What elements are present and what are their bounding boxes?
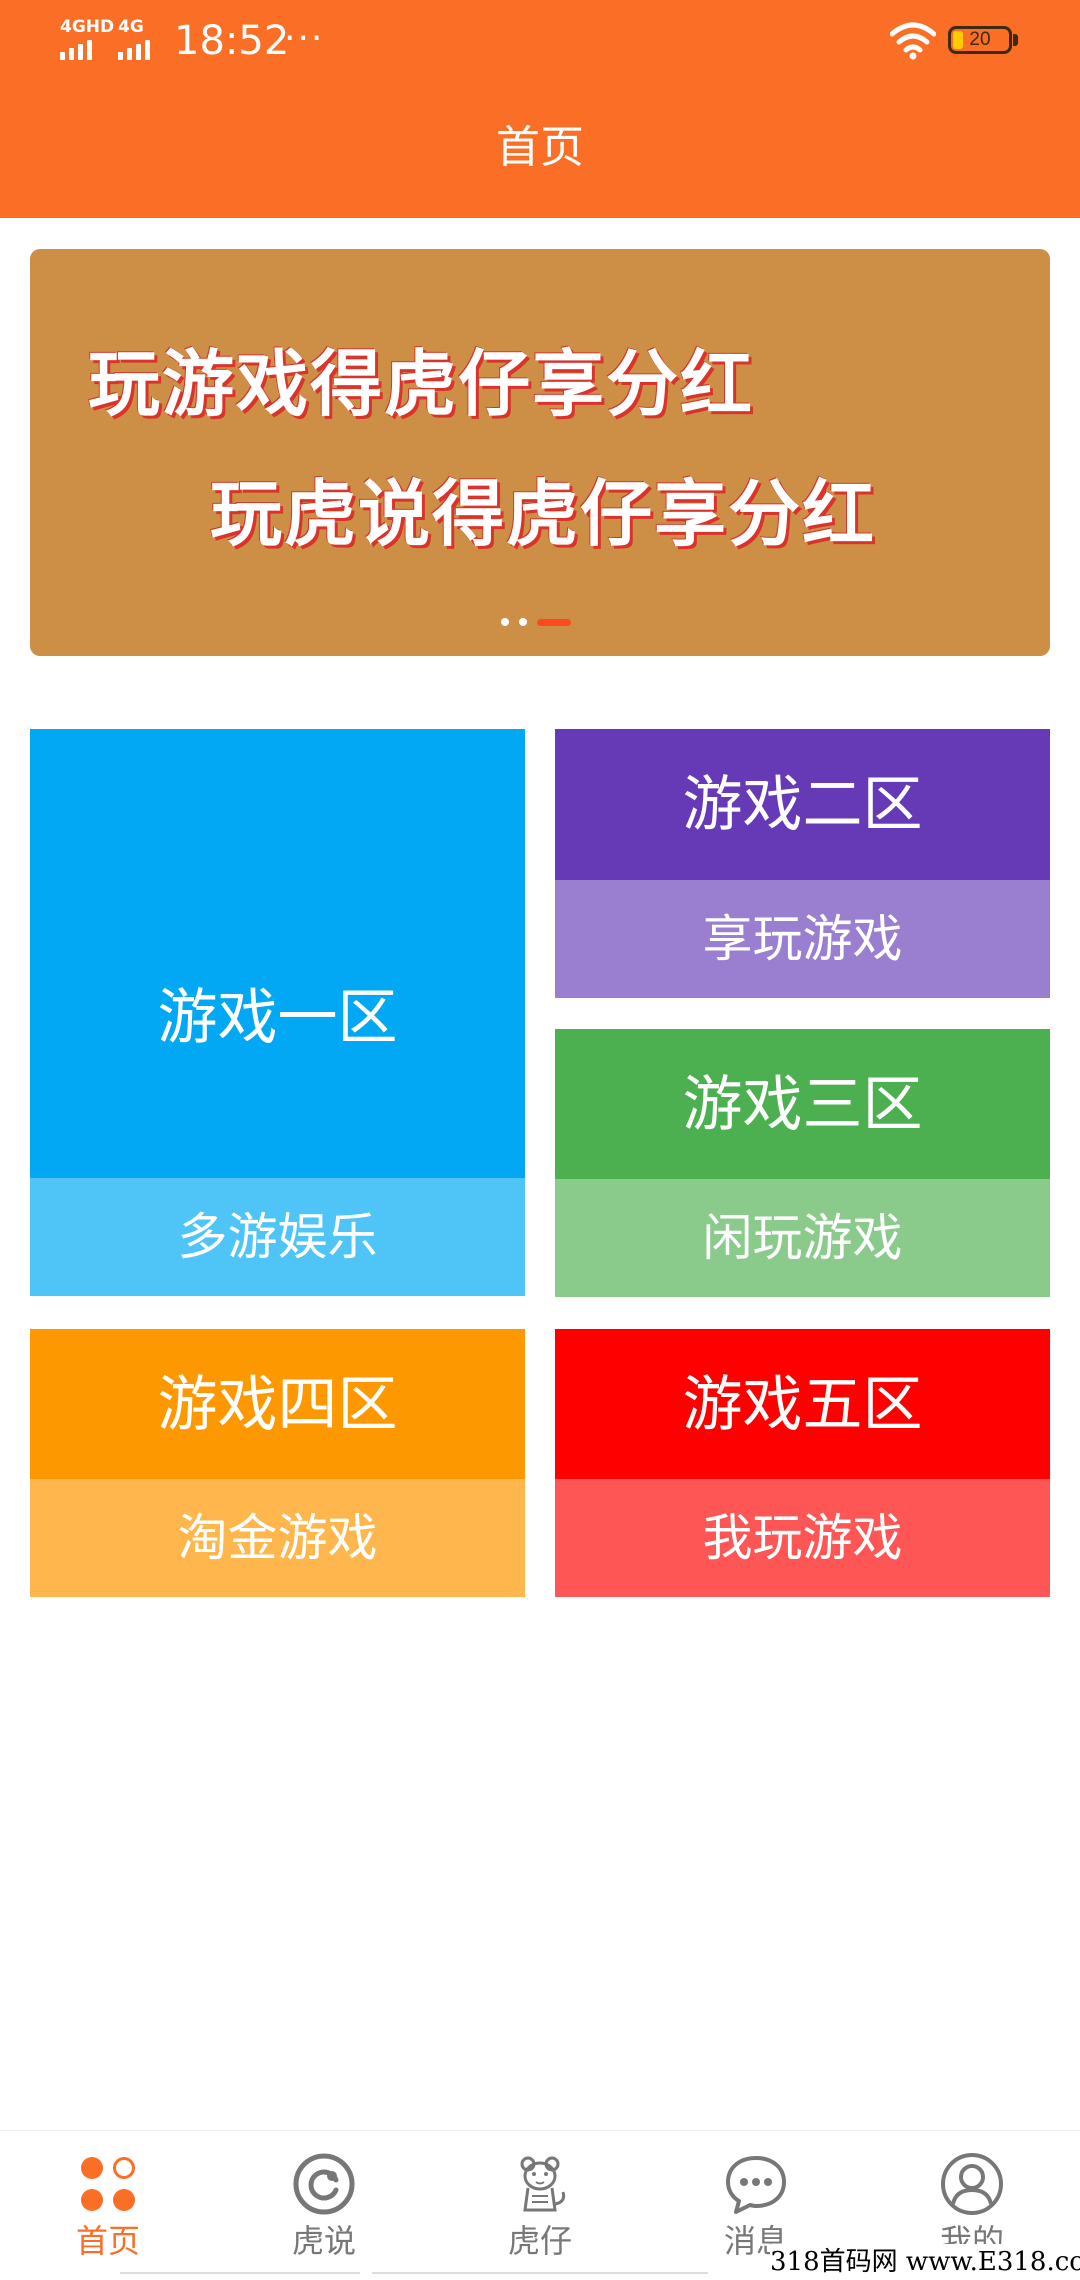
network-type-2: 4G: [118, 17, 144, 37]
nav-item-home[interactable]: 首页: [0, 2131, 216, 2280]
zone-tile-5[interactable]: 游戏五区 我玩游戏: [555, 1329, 1050, 1597]
zone-title: 游戏一区: [157, 983, 398, 1053]
signal-icon: [60, 38, 92, 60]
banner-pagination: [501, 617, 571, 627]
zone-tile-1[interactable]: 游戏一区 多游娱乐: [30, 729, 525, 1296]
network-type-1: 4GHD: [60, 17, 115, 37]
top-bar: 4GHD 4G 18:52 ··· 20 首页: [0, 0, 1080, 218]
chat-bubble-icon: [726, 2156, 786, 2214]
refresh-circle-icon: [293, 2153, 355, 2215]
battery-level: 20: [969, 29, 991, 50]
more-notifications-icon: ···: [284, 18, 325, 59]
zone-title: 游戏五区: [682, 1370, 923, 1440]
zone-title: 游戏四区: [157, 1370, 398, 1440]
wifi-icon: [890, 22, 936, 60]
zone-subtitle: 淘金游戏: [30, 1479, 525, 1597]
status-time: 18:52: [174, 18, 290, 64]
zone-subtitle: 闲玩游戏: [555, 1179, 1050, 1297]
divider: [120, 2272, 360, 2274]
nav-item-hushuo[interactable]: 虎说: [216, 2131, 432, 2280]
nav-label: 首页: [75, 2222, 140, 2260]
banner-dot-3-active[interactable]: [537, 618, 571, 626]
signal-icon: [118, 38, 150, 60]
zone-title: 游戏二区: [682, 770, 923, 840]
signal-1: 4GHD: [60, 18, 114, 60]
nav-label: 虎说: [291, 2222, 356, 2260]
user-circle-icon: [941, 2153, 1003, 2215]
zone-tile-3[interactable]: 游戏三区 闲玩游戏: [555, 1029, 1050, 1297]
watermark: 318首码网 www.E318.com: [770, 2244, 1080, 2280]
zone-title: 游戏三区: [682, 1070, 923, 1140]
battery-icon: 20: [948, 26, 1012, 54]
divider: [372, 2272, 708, 2274]
zone-subtitle: 多游娱乐: [30, 1178, 525, 1296]
signal-2: 4G: [118, 18, 150, 60]
nav-label: 虎仔: [507, 2222, 572, 2260]
zone-subtitle: 我玩游戏: [555, 1479, 1050, 1597]
banner-dot-1[interactable]: [501, 618, 509, 626]
zone-tile-2[interactable]: 游戏二区 享玩游戏: [555, 729, 1050, 998]
banner-dot-2[interactable]: [519, 618, 527, 626]
status-bar: 4GHD 4G 18:52 ··· 20: [0, 0, 1080, 80]
battery-nub: [1013, 34, 1018, 46]
banner-line-1: 玩游戏得虎仔享分红: [88, 342, 755, 426]
zone-subtitle: 享玩游戏: [555, 880, 1050, 998]
nav-item-huzai[interactable]: 虎仔: [432, 2131, 648, 2280]
app-screen: 4GHD 4G 18:52 ··· 20 首页 玩游戏得虎仔享分红 玩虎说得虎仔…: [0, 0, 1080, 2280]
banner-line-2: 玩虎说得虎仔享分红: [210, 472, 877, 556]
promo-banner[interactable]: 玩游戏得虎仔享分红 玩虎说得虎仔享分红: [30, 249, 1050, 656]
zone-tile-4[interactable]: 游戏四区 淘金游戏: [30, 1329, 525, 1597]
page-title: 首页: [496, 122, 584, 173]
tiger-icon: [520, 2156, 566, 2212]
home-dots-icon: [81, 2157, 135, 2211]
